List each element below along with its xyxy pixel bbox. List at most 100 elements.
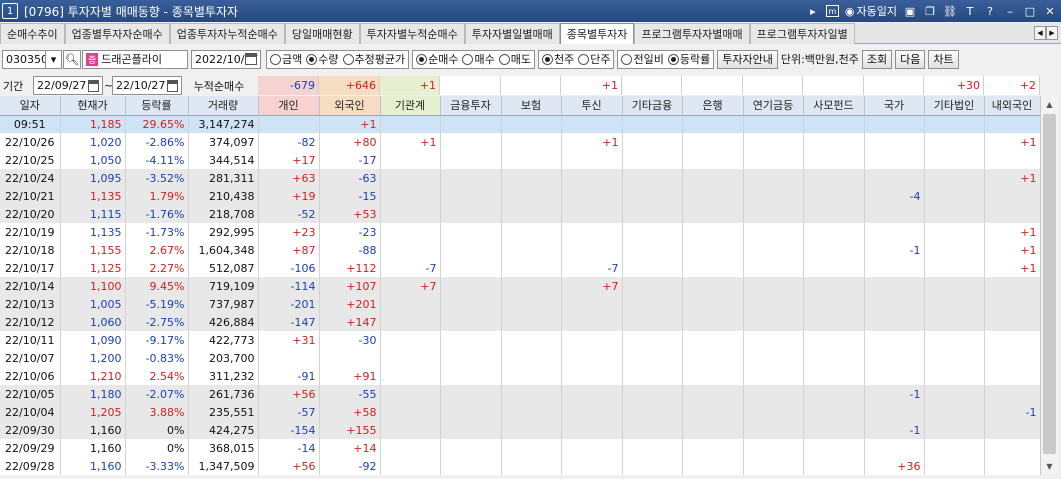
- table-row[interactable]: 22/09/30 1,160 0% 424,275 -154 +155 -1: [0, 421, 1040, 439]
- font-size-icon[interactable]: T: [963, 4, 977, 18]
- table-row[interactable]: 22/10/07 1,200 -0.83% 203,700: [0, 349, 1040, 367]
- table-cell: 218,708: [188, 205, 259, 223]
- column-header[interactable]: 외국인: [319, 96, 381, 116]
- radio-radio_group3-1[interactable]: 단주: [578, 51, 610, 67]
- tab-2[interactable]: 업종투자자누적순매수: [169, 23, 285, 44]
- memo-icon[interactable]: m: [825, 5, 839, 17]
- column-header[interactable]: 등락률: [125, 96, 189, 116]
- minimize-icon[interactable]: –: [1003, 4, 1017, 18]
- tab-left-arrow-icon[interactable]: ◀: [1034, 26, 1046, 40]
- tab-7[interactable]: 프로그램투자자별매매: [634, 23, 750, 44]
- code-dropdown-icon[interactable]: ▾: [46, 49, 62, 69]
- radio-radio_group2-0[interactable]: 순매수: [416, 51, 458, 67]
- table-cell: [864, 133, 925, 151]
- table-cell: -1: [864, 421, 925, 439]
- copy-window-icon[interactable]: ❐: [923, 4, 937, 18]
- radio-radio_group3-0[interactable]: 천주: [541, 51, 574, 67]
- table-row[interactable]: 22/10/21 1,135 1.79% 210,438 +19 -15 -4: [0, 187, 1040, 205]
- table-row[interactable]: 22/10/19 1,135 -1.73% 292,995 +23 -23 +1: [0, 223, 1040, 241]
- table-row[interactable]: 22/10/25 1,050 -4.11% 344,514 +17 -17: [0, 151, 1040, 169]
- table-row[interactable]: 22/10/18 1,155 2.67% 1,604,348 +87 -88 -1 +1: [0, 241, 1040, 259]
- chart-button[interactable]: 차트: [928, 49, 959, 69]
- table-cell: 261,736: [188, 385, 259, 403]
- table-cell: 1,060: [60, 313, 126, 331]
- table-cell: [803, 277, 865, 295]
- period-to-input[interactable]: 22/10/27: [112, 76, 182, 95]
- table-row[interactable]: 22/10/05 1,180 -2.07% 261,736 +56 -55 -1: [0, 385, 1040, 403]
- column-header[interactable]: 연기금등: [743, 96, 804, 116]
- radio-radio_group1-0[interactable]: 금액: [270, 51, 302, 67]
- maximize-icon[interactable]: □: [1023, 4, 1037, 18]
- table-row[interactable]: 22/10/06 1,210 2.54% 311,232 -91 +91: [0, 367, 1040, 385]
- column-header[interactable]: 금융투자: [440, 96, 502, 116]
- column-header[interactable]: 거래량: [188, 96, 259, 116]
- play-icon[interactable]: ▸: [806, 4, 820, 18]
- tab-4[interactable]: 투자자별누적순매수: [359, 23, 465, 44]
- close-icon[interactable]: ✕: [1043, 4, 1057, 18]
- radio-radio_group4-1[interactable]: 등락률: [667, 51, 710, 67]
- radio-radio_group2-1[interactable]: 매수: [462, 51, 495, 67]
- period-from-input[interactable]: 22/09/27: [33, 76, 103, 95]
- column-header[interactable]: 일자: [0, 96, 61, 116]
- table-cell: [561, 115, 623, 133]
- column-header[interactable]: 기관계: [380, 96, 441, 116]
- column-header[interactable]: 투신: [561, 96, 623, 116]
- tab-6[interactable]: 종목별투자자: [559, 23, 635, 44]
- table-row[interactable]: 22/09/29 1,160 0% 368,015 -14 +14: [0, 439, 1040, 457]
- column-header[interactable]: 보험: [501, 96, 562, 116]
- table-row[interactable]: 22/10/24 1,095 -3.52% 281,311 +63 -63 +1: [0, 169, 1040, 187]
- column-header[interactable]: 개인: [258, 96, 320, 116]
- radio-radio_group2-2[interactable]: 매도: [498, 51, 531, 67]
- column-header[interactable]: 기타금융: [622, 96, 683, 116]
- auto-journal-button[interactable]: ◉ 자동일지: [845, 3, 897, 19]
- table-row[interactable]: 22/10/17 1,125 2.27% 512,087 -106 +112 -7 -7 +1: [0, 259, 1040, 277]
- scroll-up-icon[interactable]: ▲: [1041, 96, 1058, 113]
- table-cell: -106: [258, 259, 320, 277]
- table-row[interactable]: 22/10/04 1,205 3.88% 235,551 -57 +58 -1: [0, 403, 1040, 421]
- column-header[interactable]: 국가: [864, 96, 925, 116]
- radio-radio_group4-0[interactable]: 전일비: [621, 51, 664, 67]
- link-icon[interactable]: ⛓: [943, 4, 957, 18]
- stock-code-input[interactable]: 030350: [2, 49, 46, 69]
- calendar-icon[interactable]: [245, 53, 257, 65]
- table-row[interactable]: 22/10/11 1,090 -9.17% 422,773 +31 -30: [0, 331, 1040, 349]
- tab-1[interactable]: 업종별투자자순매수: [64, 23, 170, 44]
- table-cell: [803, 115, 865, 133]
- table-row[interactable]: 22/10/14 1,100 9.45% 719,109 -114 +107 +7 +7: [0, 277, 1040, 295]
- table-cell: +56: [258, 385, 320, 403]
- table-cell: +112: [319, 259, 381, 277]
- table-cell: [622, 115, 683, 133]
- table-cell: [380, 151, 441, 169]
- radio-radio_group1-1[interactable]: 수량: [306, 51, 339, 67]
- help-icon[interactable]: ?: [983, 4, 997, 18]
- tab-3[interactable]: 당일매매현황: [284, 23, 360, 44]
- column-header[interactable]: 은행: [682, 96, 744, 116]
- table-row[interactable]: 22/10/13 1,005 -5.19% 737,987 -201 +201: [0, 295, 1040, 313]
- grid-scrollbar[interactable]: ▲ ▼: [1040, 96, 1058, 475]
- calendar-icon[interactable]: [88, 79, 99, 92]
- table-cell: [924, 313, 985, 331]
- tab-right-arrow-icon[interactable]: ▶: [1046, 26, 1058, 40]
- query-button[interactable]: 조회: [861, 49, 893, 69]
- table-row[interactable]: 22/10/26 1,020 -2.86% 374,097 -82 +80 +1 +1 +1: [0, 133, 1040, 151]
- table-row[interactable]: 22/10/12 1,060 -2.75% 426,884 -147 +147: [0, 313, 1040, 331]
- column-header[interactable]: 사모펀드: [803, 96, 865, 116]
- radio-radio_group1-2[interactable]: 추정평균가: [342, 51, 405, 67]
- search-icon[interactable]: 🔍︎: [63, 49, 81, 69]
- table-row[interactable]: 22/10/20 1,115 -1.76% 218,708 -52 +53: [0, 205, 1040, 223]
- table-row[interactable]: 09:51 1,185 29.65% 3,147,274 +1: [0, 115, 1040, 133]
- next-button[interactable]: 다음: [895, 49, 926, 69]
- scroll-thumb[interactable]: [1043, 114, 1056, 454]
- column-header[interactable]: 현재가: [60, 96, 126, 116]
- tab-8[interactable]: 프로그램투자자일별: [749, 23, 855, 44]
- calendar-icon[interactable]: [167, 79, 178, 92]
- table-row[interactable]: 22/09/28 1,160 -3.33% 1,347,509 +56 -92 +36: [0, 457, 1040, 475]
- investor-guide-button[interactable]: 투자자안내: [717, 49, 778, 69]
- column-header[interactable]: 내외국인: [984, 96, 1040, 116]
- tab-0[interactable]: 순매수추이: [0, 23, 65, 44]
- query-toolbar: 030350 ▾ 🔍︎ 증 드래곤플라이 2022/10/27 금액 수량 추정평균…: [0, 48, 1061, 70]
- column-header[interactable]: 기타법인: [924, 96, 985, 116]
- window-layout-icon[interactable]: ▣: [903, 4, 917, 18]
- tab-5[interactable]: 투자자별일별매매: [464, 23, 560, 44]
- scroll-down-icon[interactable]: ▼: [1041, 458, 1058, 475]
